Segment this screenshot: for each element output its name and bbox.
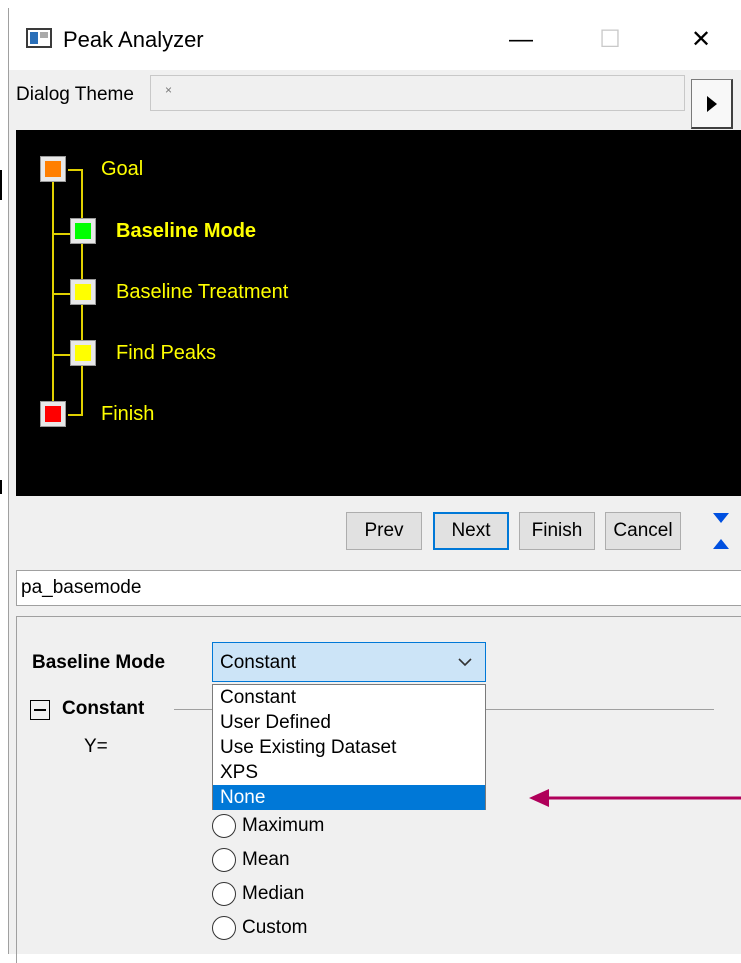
baseline-mode-value: Constant [220,652,297,673]
close-button[interactable]: ✕ [678,20,724,60]
minimize-button[interactable]: — [498,20,544,60]
scroll-down-button[interactable] [704,507,738,529]
radio-custom[interactable] [212,916,236,940]
step-node-baseline-treatment[interactable] [70,279,96,305]
step-node-goal[interactable] [40,156,66,182]
theme-clear-icon[interactable]: × [165,83,172,97]
step-node-find-peaks[interactable] [70,340,96,366]
up-triangle-icon [713,539,729,549]
radio-label-maximum[interactable]: Maximum [242,815,324,837]
baseline-mode-select[interactable]: Constant [212,642,486,682]
next-button[interactable]: Next [433,512,509,550]
collapse-icon[interactable] [30,700,50,720]
radio-label-custom[interactable]: Custom [242,917,307,939]
maximize-button[interactable]: ☐ [587,20,633,60]
step-label-baseline-mode[interactable]: Baseline Mode [116,220,256,243]
baseline-mode-label: Baseline Mode [32,652,166,673]
cancel-button[interactable]: Cancel [605,512,681,550]
scroll-up-button[interactable] [704,533,738,555]
annotation-arrow-icon [529,789,741,807]
baseline-mode-dropdown-list: Constant User Defined Use Existing Datas… [212,684,486,810]
radio-maximum[interactable] [212,814,236,838]
title-bar: Peak Analyzer — ☐ ✕ [9,8,741,70]
dropdown-option-user-defined[interactable]: User Defined [213,710,485,735]
down-triangle-icon [713,513,729,523]
step-label-baseline-treatment[interactable]: Baseline Treatment [116,281,288,304]
peak-analyzer-window: Peak Analyzer — ☐ ✕ Dialog Theme × Goal … [8,8,741,963]
chevron-down-icon [458,658,472,667]
dialog-theme-label: Dialog Theme [16,84,134,105]
radio-mean[interactable] [212,848,236,872]
step-label-find-peaks[interactable]: Find Peaks [116,342,216,365]
finish-button[interactable]: Finish [519,512,595,550]
page-name-field[interactable]: pa_basemode [16,570,741,606]
window-title: Peak Analyzer [63,27,204,52]
dropdown-option-xps[interactable]: XPS [213,760,485,785]
step-label-goal[interactable]: Goal [101,158,143,181]
wizard-step-tree: Goal Baseline Mode Baseline Treatment Fi… [16,130,741,496]
page-name-text: pa_basemode [21,577,142,598]
step-label-finish[interactable]: Finish [101,403,154,426]
radio-label-mean[interactable]: Mean [242,849,290,871]
dropdown-option-use-existing-dataset[interactable]: Use Existing Dataset [213,735,485,760]
dropdown-option-none[interactable]: None [213,785,485,810]
step-node-baseline-mode[interactable] [70,218,96,244]
right-triangle-icon [707,96,717,112]
prev-button[interactable]: Prev [346,512,422,550]
radio-median[interactable] [212,882,236,906]
y-label: Y= [84,736,108,757]
dialog-theme-field[interactable]: × [150,75,685,111]
theme-menu-button[interactable] [691,79,733,129]
radio-label-median[interactable]: Median [242,883,304,905]
constant-group-label: Constant [62,698,145,719]
app-icon [26,28,52,48]
step-node-finish[interactable] [40,401,66,427]
dropdown-option-constant[interactable]: Constant [213,685,485,710]
